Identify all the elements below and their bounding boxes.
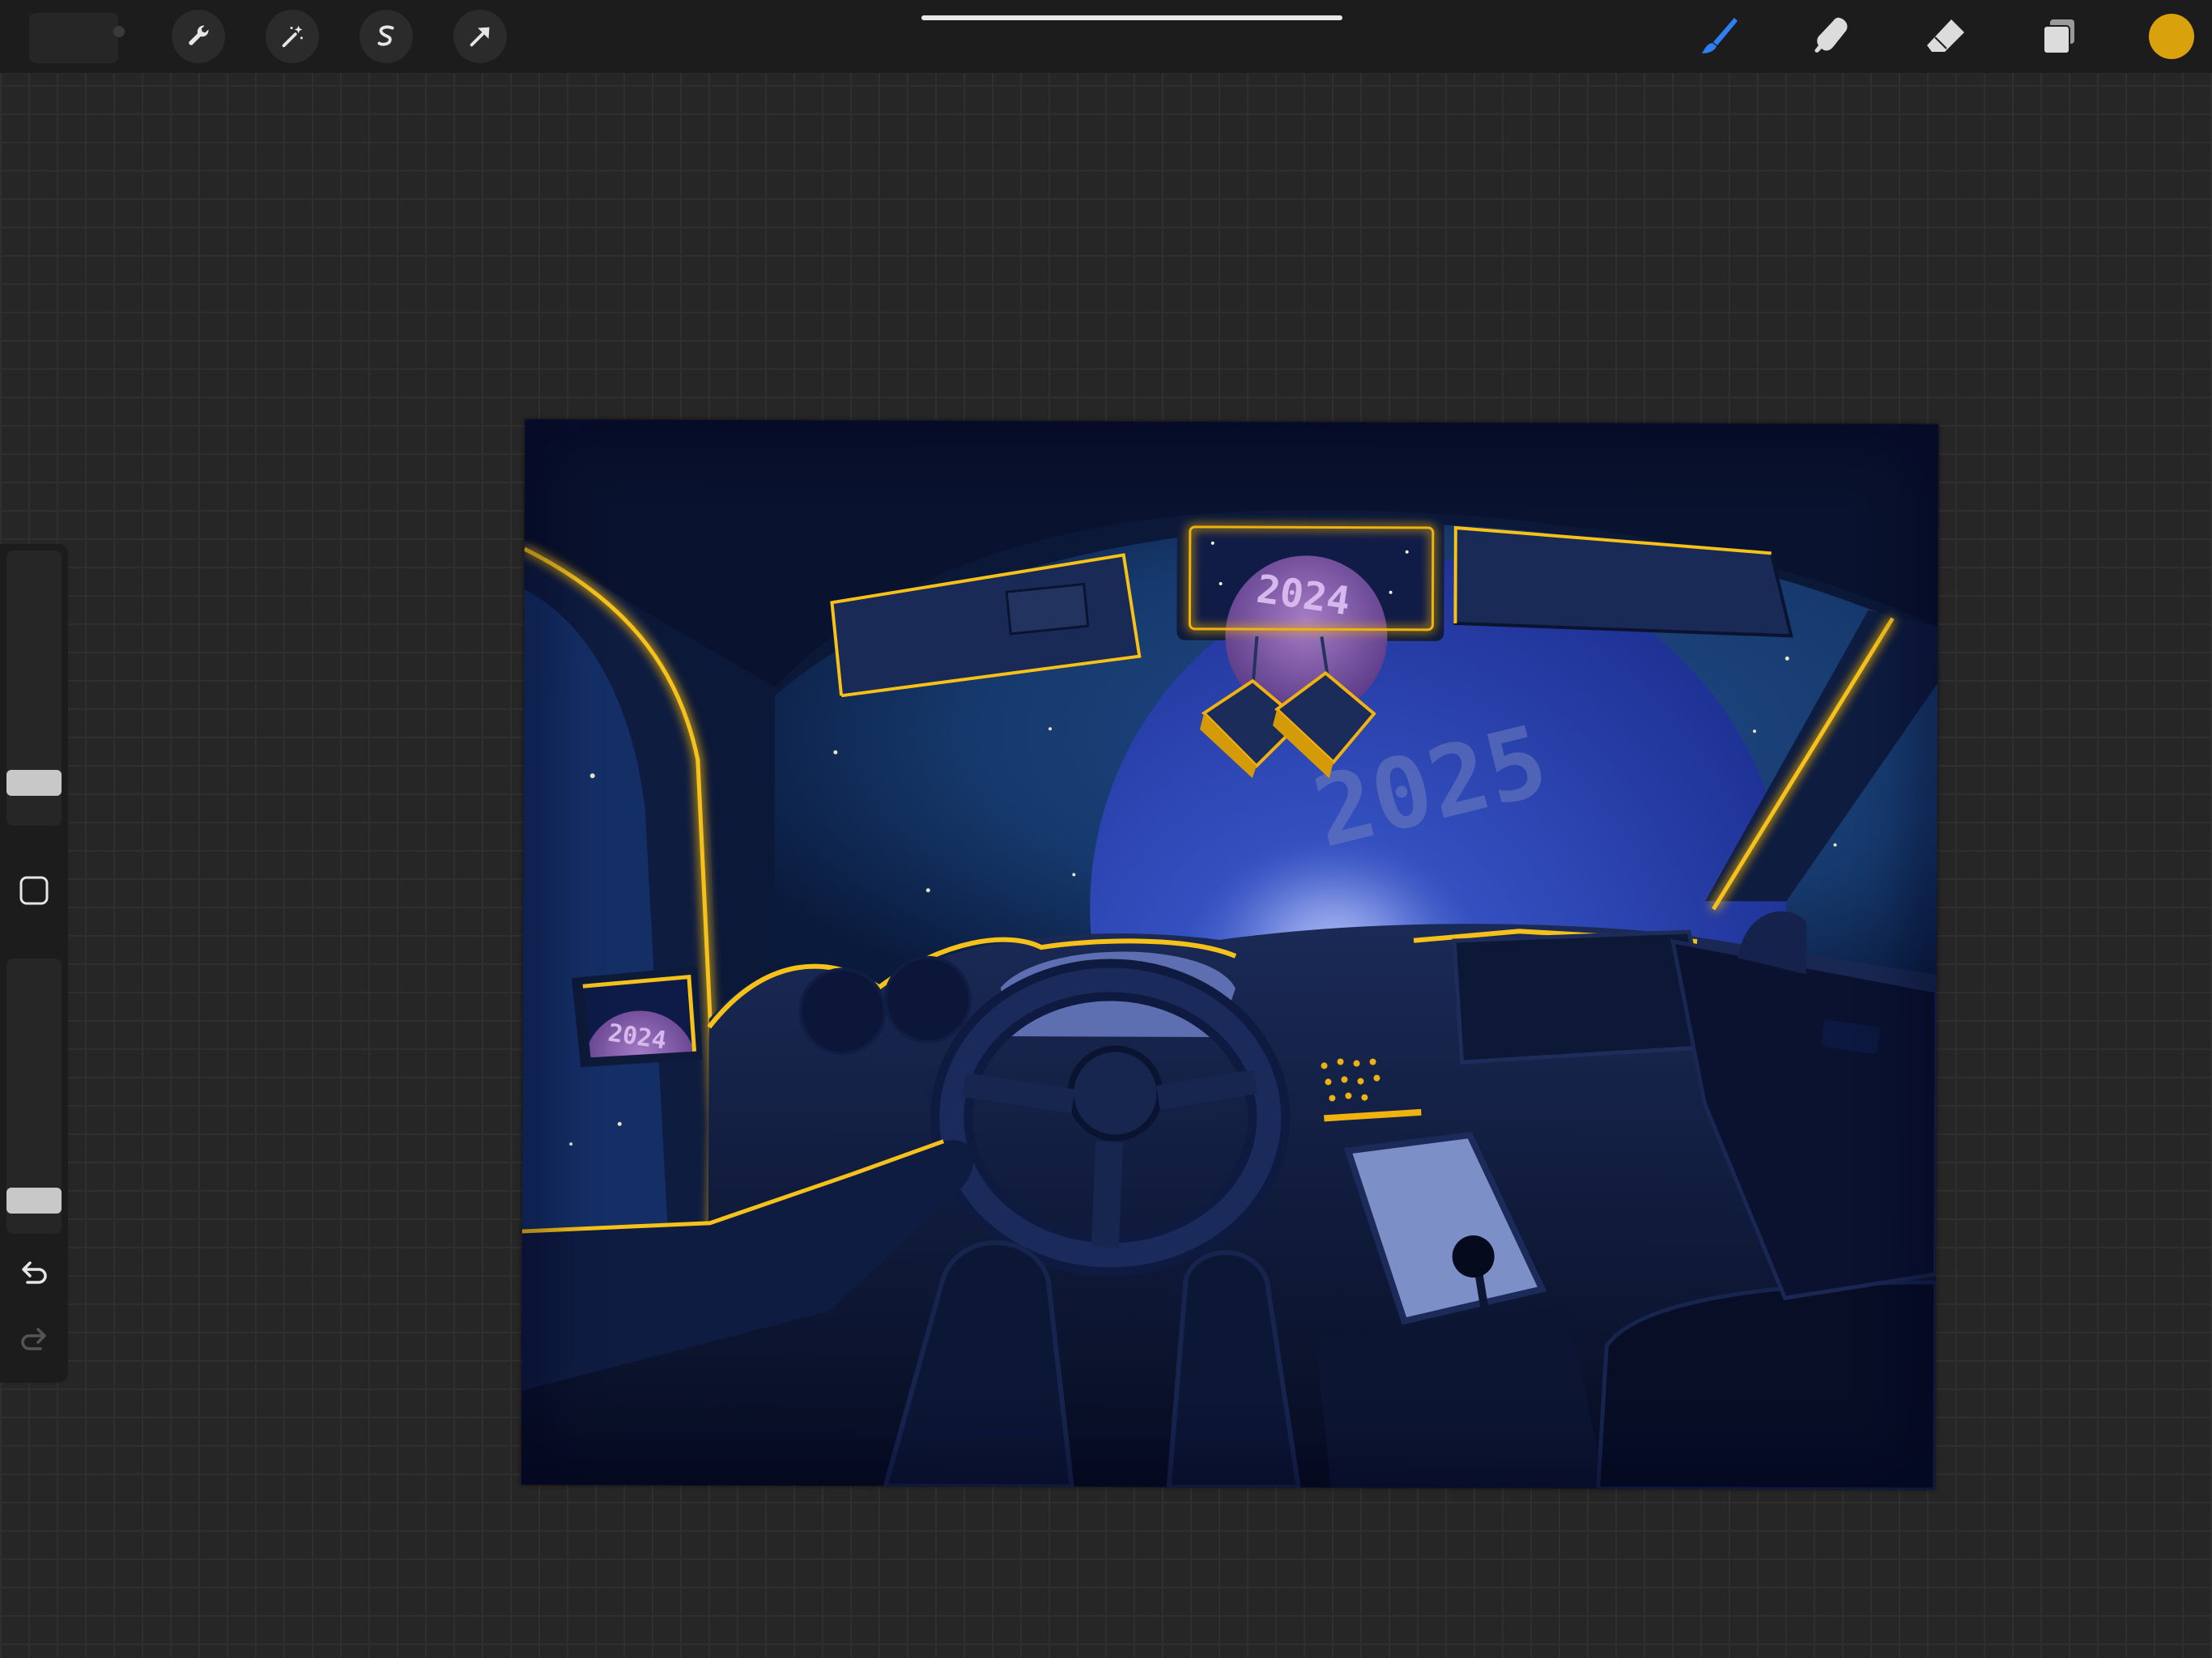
square-modify-icon	[19, 876, 49, 905]
modify-button[interactable]	[18, 874, 50, 907]
artwork-car-interior: 2025 2024 2024	[521, 419, 1939, 1490]
layers-button[interactable]	[2031, 8, 2087, 65]
brush-size-handle[interactable]	[6, 770, 62, 797]
redo-button[interactable]	[13, 1318, 55, 1360]
transform-button[interactable]	[453, 10, 507, 63]
undo-button[interactable]	[13, 1252, 55, 1294]
drawing-canvas[interactable]: 2025 2024 2024	[521, 419, 1939, 1490]
eraser-icon	[1927, 19, 1964, 52]
top-toolbar	[0, 0, 2212, 73]
color-picker-button[interactable]	[2149, 14, 2194, 59]
gallery-indicator	[113, 26, 125, 37]
selection-s-icon	[377, 25, 394, 46]
eraser-tool-button[interactable]	[1917, 8, 1974, 65]
brush-icon	[1702, 18, 1738, 53]
gallery-button[interactable]	[23, 8, 128, 66]
smudge-finger-icon	[1814, 17, 1848, 53]
adjustments-button[interactable]	[266, 10, 319, 63]
procreate-app: 2025 2024 2024	[0, 0, 2212, 1658]
left-sidebar	[0, 544, 68, 1383]
actions-button[interactable]	[172, 10, 225, 63]
wrench-icon	[189, 25, 209, 45]
redo-arrow-icon	[21, 1328, 46, 1350]
layers-icon	[2043, 19, 2074, 54]
brush-tool-button[interactable]	[1691, 8, 1747, 65]
magic-wand-icon	[282, 25, 303, 48]
undo-arrow-icon	[22, 1261, 47, 1284]
gear-shifter	[1452, 1235, 1495, 1278]
selection-button[interactable]	[359, 10, 413, 63]
gallery-thumbnail	[29, 13, 118, 63]
arrow-cursor-icon	[470, 27, 490, 47]
multitask-handle[interactable]	[921, 15, 1342, 20]
opacity-handle[interactable]	[6, 1188, 62, 1214]
smudge-tool-button[interactable]	[1804, 8, 1861, 65]
